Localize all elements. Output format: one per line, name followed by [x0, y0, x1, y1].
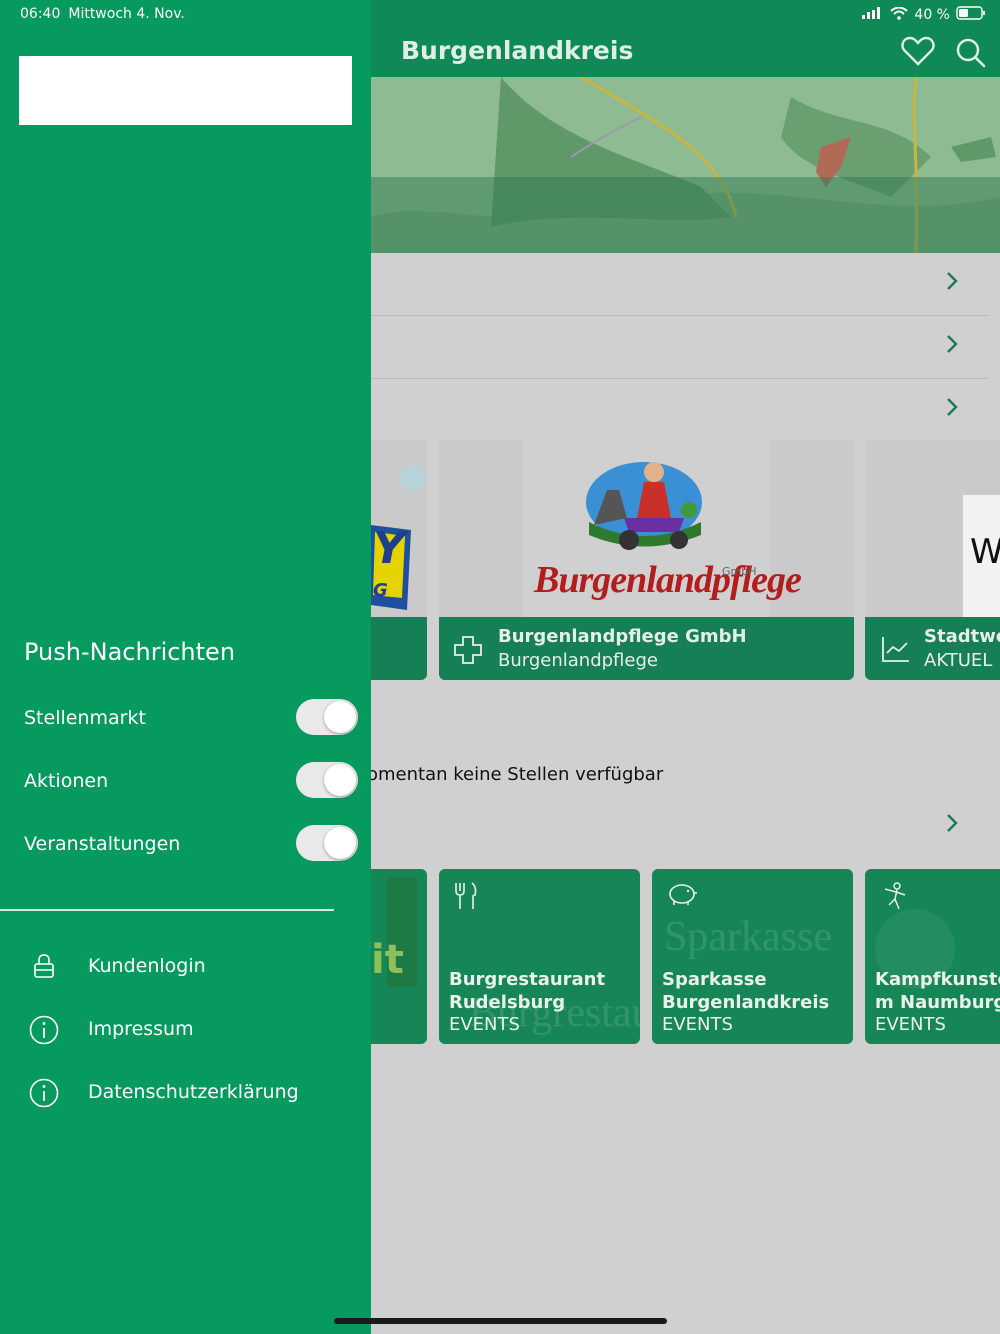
chevron-right-icon — [946, 397, 958, 421]
event-category: EVENTS — [662, 1014, 733, 1035]
list-row-1[interactable] — [371, 253, 988, 316]
toggle-knob — [324, 764, 356, 796]
partner-name: Stadtwe — [924, 626, 1000, 647]
stellenmarkt-toggle[interactable] — [296, 699, 358, 735]
menu-item-label: Impressum — [88, 1018, 194, 1040]
status-time: 06:40 — [20, 6, 61, 22]
event-card-sparkasse[interactable]: Sparkasse Sparkasse Burgenlandkreis EVENT… — [652, 869, 853, 1044]
chevron-right-icon — [946, 334, 958, 358]
piggy-bank-icon — [666, 881, 698, 911]
fork-knife-icon — [453, 881, 479, 915]
event-card-partial-text: it — [371, 937, 404, 983]
main-content: Burgenlandkreis 40 % Y G Burgenlandpfleg… — [371, 0, 1000, 1334]
battery-icon — [956, 6, 986, 24]
partner-logo-partial[interactable]: Y G — [371, 440, 427, 618]
info-icon — [28, 1077, 60, 1113]
event-name: Sparkasse Burgenlandkreis — [662, 969, 830, 1013]
battery-level: 40 % — [914, 7, 950, 23]
heart-icon[interactable] — [901, 36, 935, 70]
toggle-label: Veranstaltungen — [24, 833, 181, 855]
menu-item-impressum[interactable]: Impressum — [28, 1010, 348, 1050]
lock-icon — [28, 951, 60, 985]
partner-card-partial[interactable] — [371, 617, 427, 680]
event-watermark: Sparkasse — [664, 914, 832, 960]
menu-item-label: Kundenlogin — [88, 955, 206, 977]
page-title: Burgenlandkreis — [401, 36, 634, 65]
chart-icon — [881, 635, 911, 667]
event-name: Kampfkunstc m Naumburg — [875, 969, 1000, 1013]
partner-card-stadtwerke[interactable]: Stadtwe AKTUEL — [865, 617, 1000, 680]
jobs-empty-message: omentan keine Stellen verfügbar — [371, 764, 664, 785]
partner-logo-text: Y — [373, 523, 405, 574]
toggle-label: Aktionen — [24, 770, 109, 792]
event-card-partial[interactable]: it — [371, 869, 427, 1044]
partner-subtitle: AKTUEL — [924, 650, 993, 671]
chevron-right-icon — [946, 813, 958, 837]
wifi-icon — [890, 6, 909, 24]
partner-name: Burgenlandpflege GmbH — [498, 626, 747, 647]
event-name: Burgrestaurant Rudelsburg — [449, 969, 606, 1013]
partner-card-burgenlandpflege[interactable]: Burgenlandpflege GmbH Burgenlandpflege — [439, 617, 854, 680]
toggle-knob — [324, 701, 356, 733]
drawer-divider — [0, 909, 334, 911]
menu-item-kundenlogin[interactable]: Kundenlogin — [28, 947, 348, 987]
chevron-right-icon — [946, 271, 958, 295]
drawer-logo-area — [19, 56, 352, 125]
toggle-row-aktionen: Aktionen — [24, 762, 360, 802]
partner-logo-subtext: G — [373, 580, 388, 601]
list-row-2[interactable] — [371, 316, 988, 379]
status-right: 40 % — [862, 6, 986, 24]
partner-logo-stadtwerke[interactable]: W — [865, 440, 1000, 618]
person-kick-icon — [879, 881, 909, 915]
partner-subtitle: Burgenlandpflege — [498, 650, 658, 671]
toggle-label: Stellenmarkt — [24, 707, 146, 729]
map-banner[interactable] — [371, 77, 1000, 253]
status-date: Mittwoch 4. Nov. — [68, 6, 185, 22]
partner-logo-gmbh: GmbH — [722, 565, 757, 578]
home-indicator[interactable] — [334, 1318, 667, 1324]
push-section-title: Push-Nachrichten — [24, 638, 236, 666]
event-category: EVENTS — [875, 1014, 946, 1035]
status-left: 06:40 Mittwoch 4. Nov. — [20, 6, 185, 22]
veranstaltungen-toggle[interactable] — [296, 825, 358, 861]
menu-item-label: Datenschutzerklärung — [88, 1081, 299, 1103]
event-card-burgrestaurant[interactable]: Burgrestaurant BurgrestaurantRudelsburg … — [439, 869, 640, 1044]
info-icon — [28, 1014, 60, 1050]
partner-logo-letter: W — [970, 532, 1000, 572]
toggle-row-stellenmarkt: Stellenmarkt — [24, 699, 360, 739]
menu-item-datenschutz[interactable]: Datenschutzerklärung — [28, 1073, 348, 1113]
event-card-kampfkunst[interactable]: Kampfkunstc m Naumburg EVENTS — [865, 869, 1000, 1044]
side-drawer: 06:40 Mittwoch 4. Nov. Push-Nachrichten S… — [0, 0, 371, 1334]
signal-icon — [862, 7, 884, 23]
event-category: EVENTS — [449, 1014, 520, 1035]
events-row[interactable] — [371, 795, 988, 858]
app-header: Burgenlandkreis 40 % — [371, 0, 1000, 77]
search-icon[interactable] — [956, 38, 986, 72]
aktionen-toggle[interactable] — [296, 762, 358, 798]
plus-cross-icon — [453, 635, 483, 669]
list-row-3[interactable] — [371, 379, 988, 442]
partner-logo-burgenlandpflege[interactable]: Burgenlandpflege GmbH — [439, 440, 854, 618]
partner-logo-wordmark: Burgenlandpflege — [534, 559, 802, 601]
toggle-row-veranstaltungen: Veranstaltungen — [24, 825, 360, 865]
toggle-knob — [324, 827, 356, 859]
